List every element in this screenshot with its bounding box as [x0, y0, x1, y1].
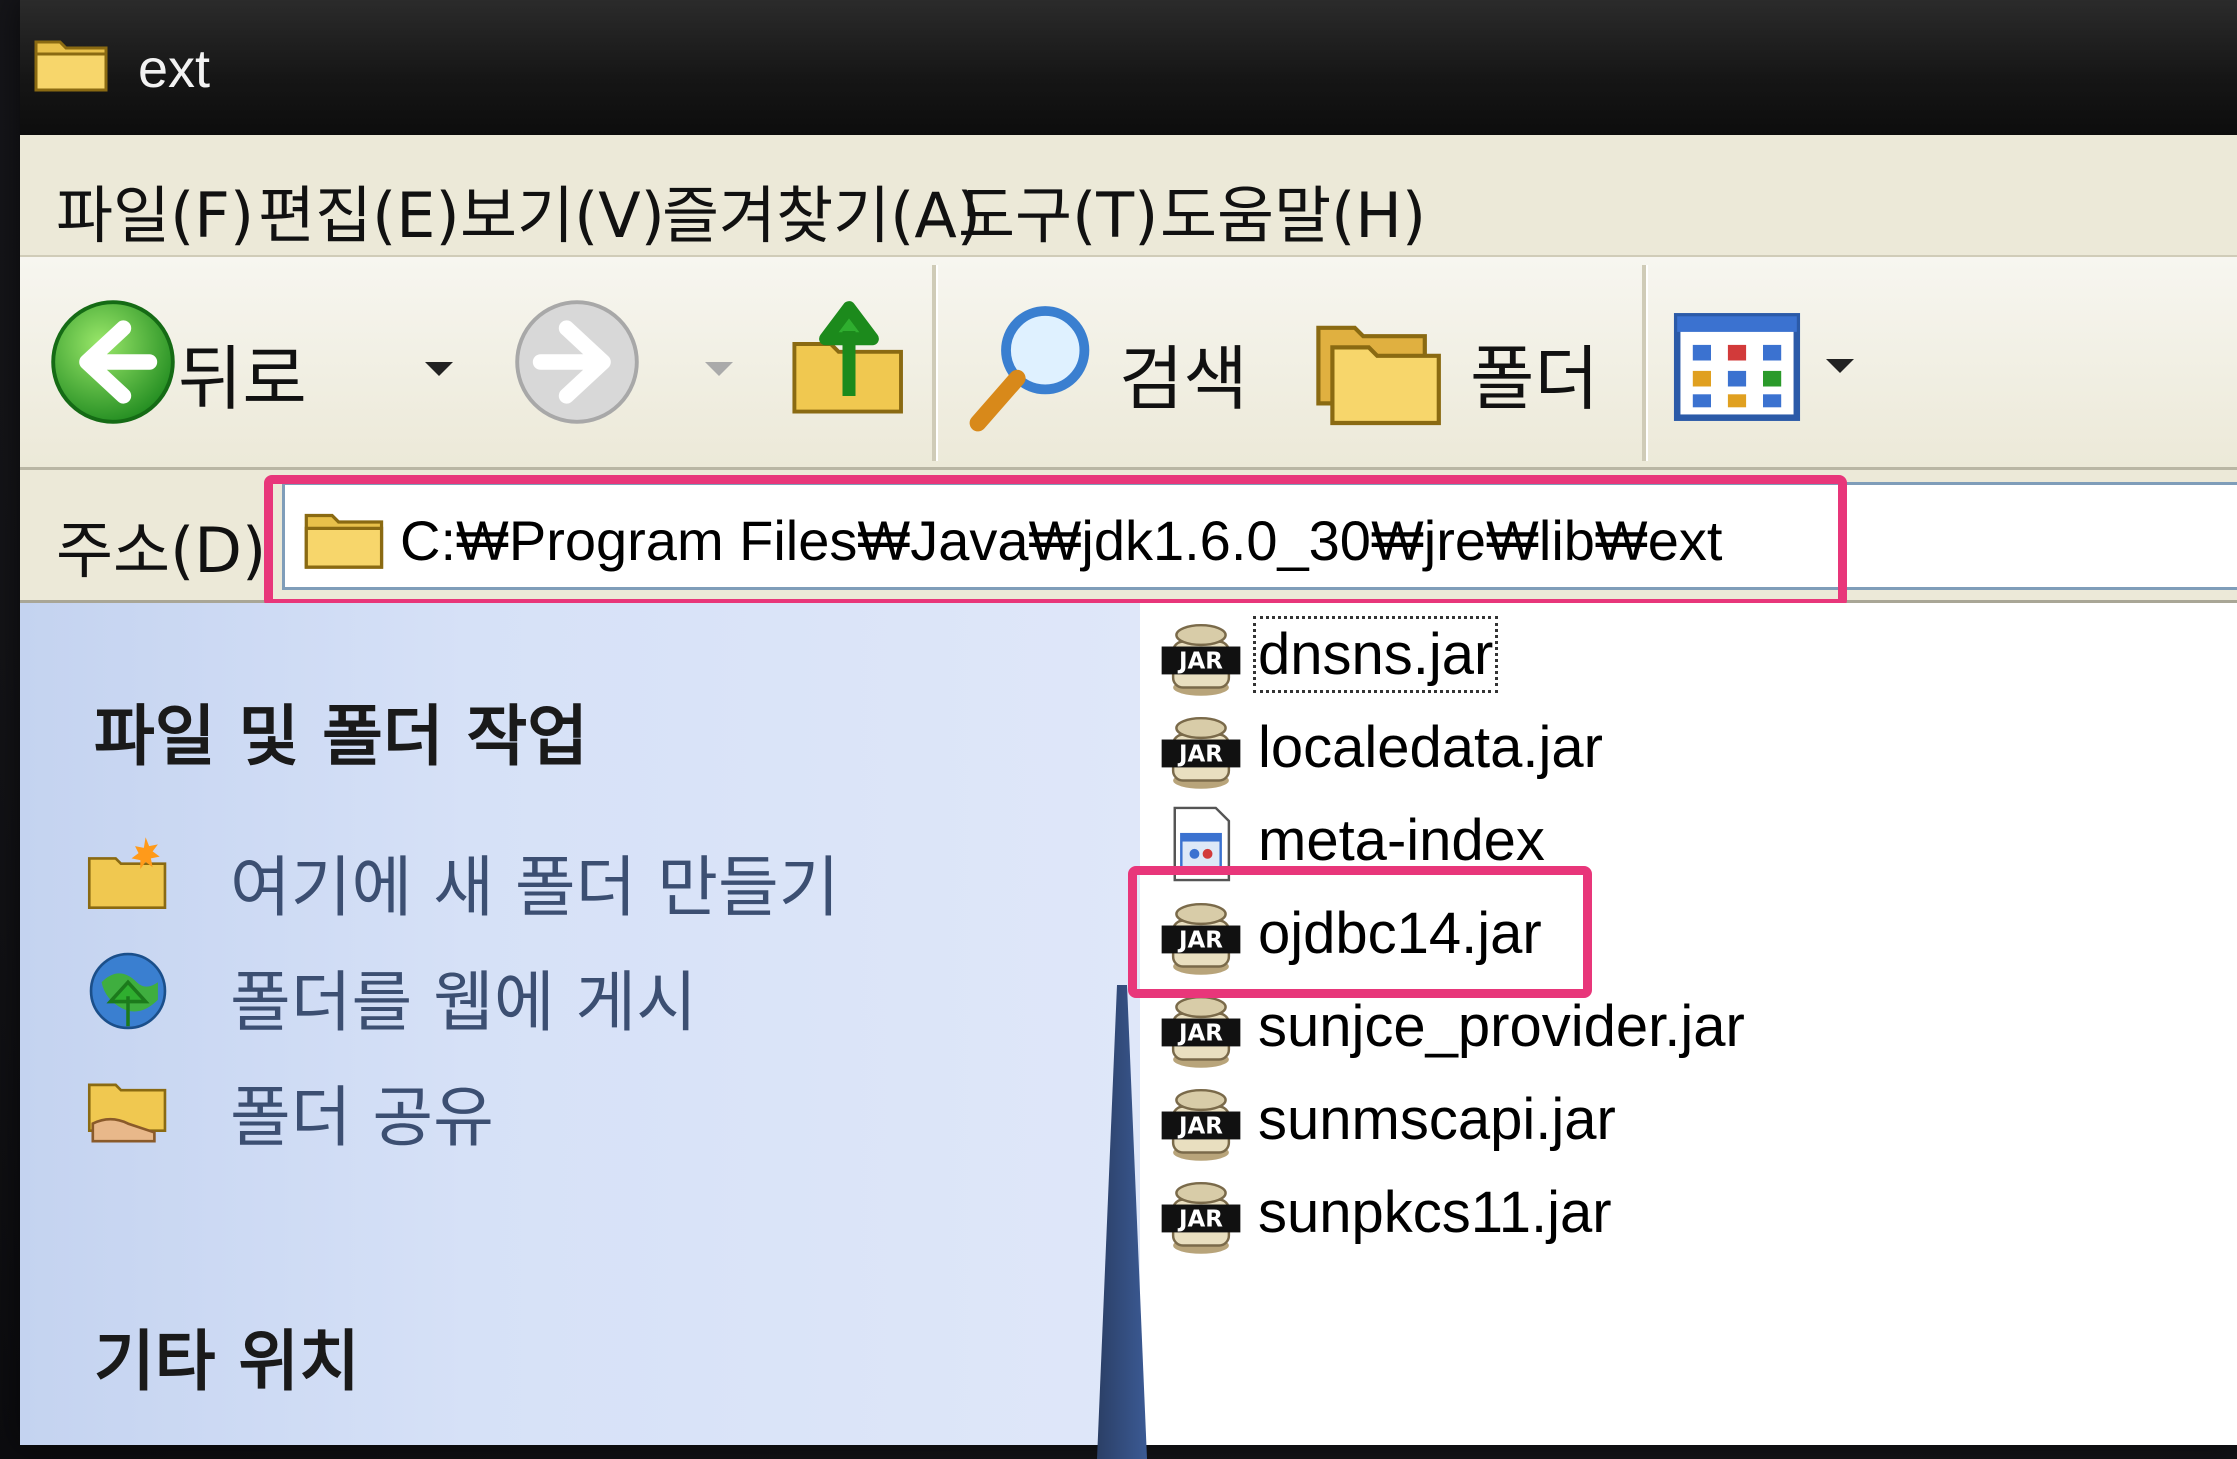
back-arrow-icon	[51, 300, 175, 424]
toolbar-separator	[932, 265, 938, 461]
address-label: 주소(D)	[56, 514, 267, 587]
file-name: sunmscapi.jar	[1258, 1087, 1616, 1152]
toolbar-separator	[1642, 265, 1648, 461]
views-icon	[1673, 313, 1801, 421]
menu-file[interactable]: 파일(F)	[56, 165, 254, 255]
file-highlight-box	[1128, 866, 1592, 998]
address-highlight-box	[264, 475, 1847, 608]
task-publish-web[interactable]: 폴더를 웹에 게시	[84, 943, 984, 1043]
menu-favorites[interactable]: 즐겨찾기(A)	[662, 165, 981, 255]
jar-icon: JAR	[1161, 623, 1241, 696]
window-title: ext	[138, 39, 211, 99]
forward-arrow-icon[interactable]	[512, 297, 642, 427]
back-label: 뒤로	[178, 338, 307, 420]
new-folder-icon	[87, 837, 167, 909]
file-name: sunpkcs11.jar	[1258, 1180, 1612, 1245]
jar-icon: JAR	[1161, 1181, 1241, 1254]
file-item[interactable]: JAR sunmscapi.jar	[1160, 1078, 2060, 1168]
task-publish-web-label: 폴더를 웹에 게시	[230, 964, 697, 1041]
task-share-folder-label: 폴더 공유	[230, 1079, 494, 1156]
task-pane: 파일 및 폴더 작업 여기에 새 폴더 만들기 폴더를 웹에 게시 폴더 공유	[20, 603, 1140, 1445]
forward-dropdown-icon[interactable]	[705, 362, 733, 376]
file-list: JAR dnsns.jar JAR localedata.jar meta-index J…	[1140, 603, 2237, 1445]
svg-text:JAR: JAR	[1177, 649, 1223, 675]
file-item[interactable]: JAR localedata.jar	[1160, 706, 2060, 796]
views-button[interactable]	[1672, 307, 1872, 427]
svg-text:JAR: JAR	[1177, 1207, 1223, 1233]
menu-view[interactable]: 보기(V)	[460, 165, 665, 255]
file-item[interactable]: JAR sunpkcs11.jar	[1160, 1171, 2060, 1261]
task-new-folder[interactable]: 여기에 새 폴더 만들기	[84, 828, 984, 928]
share-folder-icon	[87, 1083, 167, 1143]
task-share-folder[interactable]: 폴더 공유	[84, 1058, 984, 1158]
svg-text:JAR: JAR	[1177, 1021, 1223, 1047]
menu-help[interactable]: 도움말(H)	[1160, 165, 1426, 255]
file-item[interactable]: JAR sunjce_provider.jar	[1160, 985, 2060, 1075]
search-icon	[969, 306, 1090, 432]
folders-icon	[1316, 325, 1441, 426]
file-name: sunjce_provider.jar	[1258, 994, 1745, 1059]
file-name: dnsns.jar	[1252, 616, 1499, 693]
svg-text:JAR: JAR	[1177, 1114, 1223, 1140]
toolbar: 뒤로 검색 폴더	[20, 257, 2237, 470]
jar-icon: JAR	[1161, 995, 1241, 1068]
views-dropdown-icon	[1826, 359, 1854, 373]
search-label: 검색	[1119, 338, 1248, 420]
up-folder-icon[interactable]	[784, 287, 914, 427]
folders-button[interactable]: 폴더	[1310, 297, 1640, 437]
folders-label: 폴더	[1470, 338, 1599, 420]
task-new-folder-label: 여기에 새 폴더 만들기	[230, 849, 840, 926]
search-button[interactable]: 검색	[964, 297, 1284, 437]
back-dropdown-icon[interactable]	[425, 362, 453, 376]
svg-text:JAR: JAR	[1177, 742, 1223, 768]
file-item[interactable]: JAR dnsns.jar	[1160, 613, 2060, 703]
title-bar[interactable]: ext	[20, 0, 2237, 137]
jar-icon: JAR	[1161, 1088, 1241, 1161]
menu-tools[interactable]: 도구(T)	[958, 165, 1158, 255]
file-folder-tasks-heading: 파일 및 폴더 작업	[94, 698, 588, 775]
menu-bar: 파일(F) 편집(E) 보기(V) 즐겨찾기(A) 도구(T) 도움말(H)	[20, 135, 2237, 257]
publish-web-icon	[89, 952, 167, 1030]
file-name: meta-index	[1258, 808, 1545, 873]
menu-edit[interactable]: 편집(E)	[258, 165, 460, 255]
jar-icon: JAR	[1161, 716, 1241, 789]
folder-icon	[34, 40, 108, 92]
file-name: localedata.jar	[1258, 715, 1603, 780]
other-places-heading: 기타 위치	[94, 1323, 360, 1400]
back-button[interactable]: 뒤로	[48, 297, 348, 427]
